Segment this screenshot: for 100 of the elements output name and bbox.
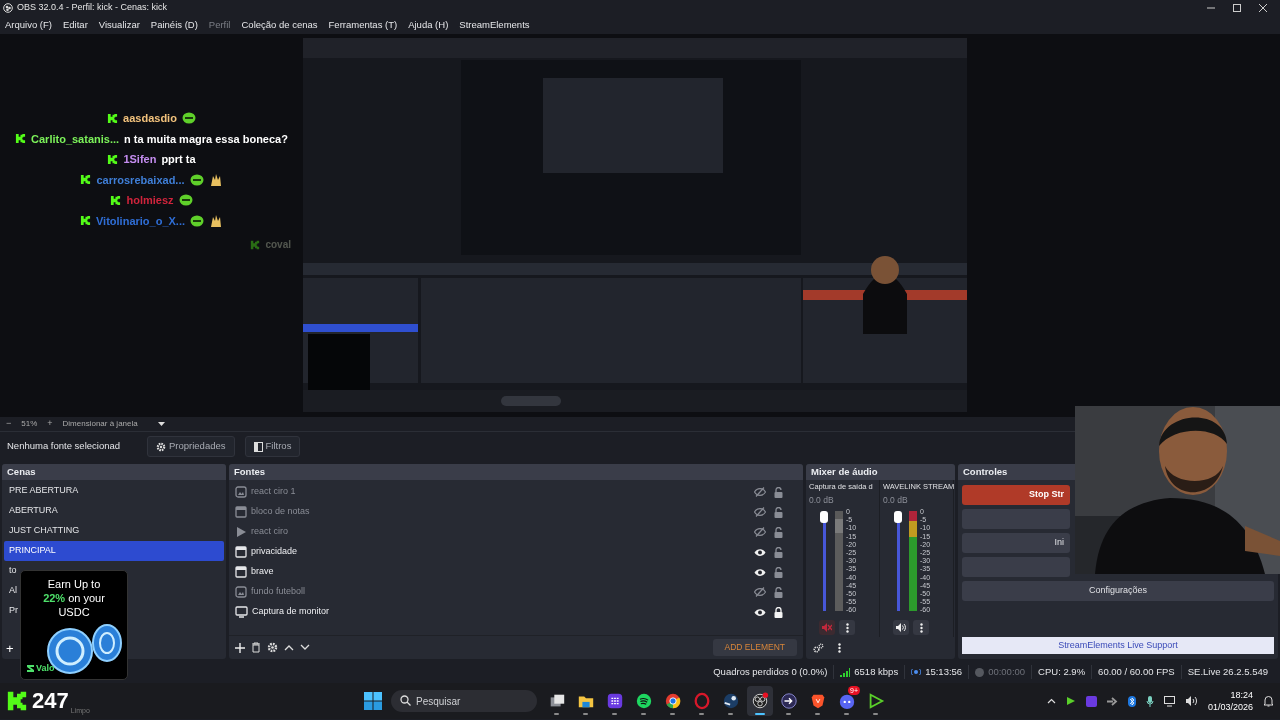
control-button[interactable]: Stop Str [962,485,1070,505]
speaker-icon[interactable] [1185,696,1198,706]
slider-thumb[interactable] [820,511,828,523]
add-element-button[interactable]: ADD ELEMENT [712,639,797,656]
scene-item[interactable]: JUST CHATTING [4,521,85,541]
browser-icon [663,692,682,710]
bell-icon[interactable] [1263,695,1274,707]
bluetooth-icon[interactable] [1127,695,1136,707]
logo-icon [110,194,122,206]
close-icon[interactable] [1259,4,1267,12]
maximize-icon[interactable] [1233,4,1241,12]
volume-slider[interactable] [893,511,903,611]
cpu-usage: CPU: 2.9% [1031,664,1092,680]
image-icon [235,486,247,498]
scene-item[interactable]: to [4,561,22,581]
emote-icon [190,214,204,227]
volume-slider[interactable] [819,511,829,611]
trash-icon[interactable] [251,642,261,653]
lock-icon[interactable] [774,606,783,618]
clock-date: 01/03/2026 [1207,701,1253,713]
more-button[interactable] [913,620,929,636]
source-item[interactable]: fundo futeboll [229,582,803,602]
eye-icon[interactable] [754,567,766,577]
menu-item[interactable]: Arquivo (F) [5,17,52,33]
minimize-icon[interactable] [1207,4,1215,12]
zoom-in-button[interactable]: + [47,417,53,431]
unlock-icon[interactable] [774,546,783,558]
unlock-icon[interactable] [774,486,783,498]
search-field[interactable]: Pesquisar [390,690,537,712]
microphone-icon[interactable] [1145,695,1154,707]
network-icon[interactable] [1163,695,1176,707]
unlock-icon[interactable] [774,506,783,518]
eye-icon[interactable] [754,607,766,617]
source-item[interactable]: react ciro [229,522,803,542]
chat-username: Carlito_satanis... [31,131,120,147]
slider-thumb[interactable] [894,511,902,523]
more-button[interactable] [839,620,855,636]
play-icon[interactable] [1065,696,1076,706]
source-item[interactable]: privacidade [229,542,803,562]
broadcast-icon [911,668,922,676]
eye-icon[interactable] [754,547,766,557]
menu-item[interactable]: Coleção de cenas [241,17,318,33]
scene-item[interactable]: PRINCIPAL [4,541,224,561]
app-grid-icon [605,692,624,710]
add-icon[interactable] [235,642,245,653]
add-scene-button[interactable]: + [6,641,14,655]
arrow-app-icon [779,692,798,710]
arrow-icon[interactable] [1106,696,1118,706]
scene-item[interactable]: ABERTURA [4,501,63,521]
control-button[interactable]: Ini [962,533,1070,553]
hidden-eye-icon[interactable] [754,487,766,497]
filter-icon [253,441,263,452]
toolbar-button[interactable]: Propriedades [147,436,235,457]
chat-username: aasdasdio [123,111,177,126]
window-icon [235,546,247,558]
menu-item[interactable]: Editar [63,17,88,33]
speaker-button[interactable] [893,620,909,636]
source-item[interactable]: Captura de monitor [229,602,803,622]
chat-username: coval [265,238,291,252]
unlock-icon[interactable] [774,526,783,538]
menu-item[interactable]: Painéis (D) [150,17,198,33]
source-item[interactable]: bloco de notas [229,502,803,522]
scene-item[interactable]: PRE ABERTURA [4,481,84,501]
zoom-out-button[interactable]: − [6,417,12,431]
taskbar-app-button[interactable] [746,686,773,716]
menu-item[interactable]: Visualizar [98,17,140,33]
widget-value: 247 [32,690,69,712]
ad-highlight: 22% [43,591,66,605]
start-icon[interactable] [363,692,382,710]
dock-title: Cenas [7,464,36,479]
scale-dropdown[interactable]: Dimensionar à janela [62,418,175,430]
support-button[interactable]: StreamElements Live Support [962,637,1274,655]
scene-item[interactable]: Pr [4,601,23,621]
menu-item[interactable]: Ferramentas (T) [328,17,398,33]
toolbar-button[interactable]: Filtros [244,436,301,457]
source-name: Captura de monitor [252,605,330,619]
source-item[interactable]: brave [229,562,803,582]
source-item[interactable]: react ciro 1 [229,482,803,502]
more-icon[interactable] [838,643,841,653]
gears-icon[interactable] [813,643,824,653]
ad-text: Earn Up to [47,577,101,591]
menu-item[interactable]: Ajuda (H) [408,17,449,33]
unlock-icon[interactable] [774,566,783,578]
unlock-icon[interactable] [774,586,783,598]
hidden-eye-icon[interactable] [754,587,766,597]
hidden-eye-icon[interactable] [754,507,766,517]
hidden-eye-icon[interactable] [754,527,766,537]
control-button[interactable]: Configurações [962,581,1274,601]
app-grid-icon[interactable] [1085,695,1097,707]
scene-item[interactable]: Al [4,581,22,601]
clock[interactable]: 18:24 01/03/2026 [1207,689,1253,713]
menu-item[interactable]: StreamElements [459,17,530,33]
logo-icon [80,174,92,186]
source-name: bloco de notas [251,505,310,519]
caret-up-icon[interactable] [1046,698,1056,704]
volume-reading: 0.0 dB [883,495,908,506]
chat-message: n ta muita magra essa boneca? [124,131,288,147]
game-launcher-icon [721,692,740,710]
settings-icon[interactable] [267,642,278,653]
window-icon [235,566,247,578]
